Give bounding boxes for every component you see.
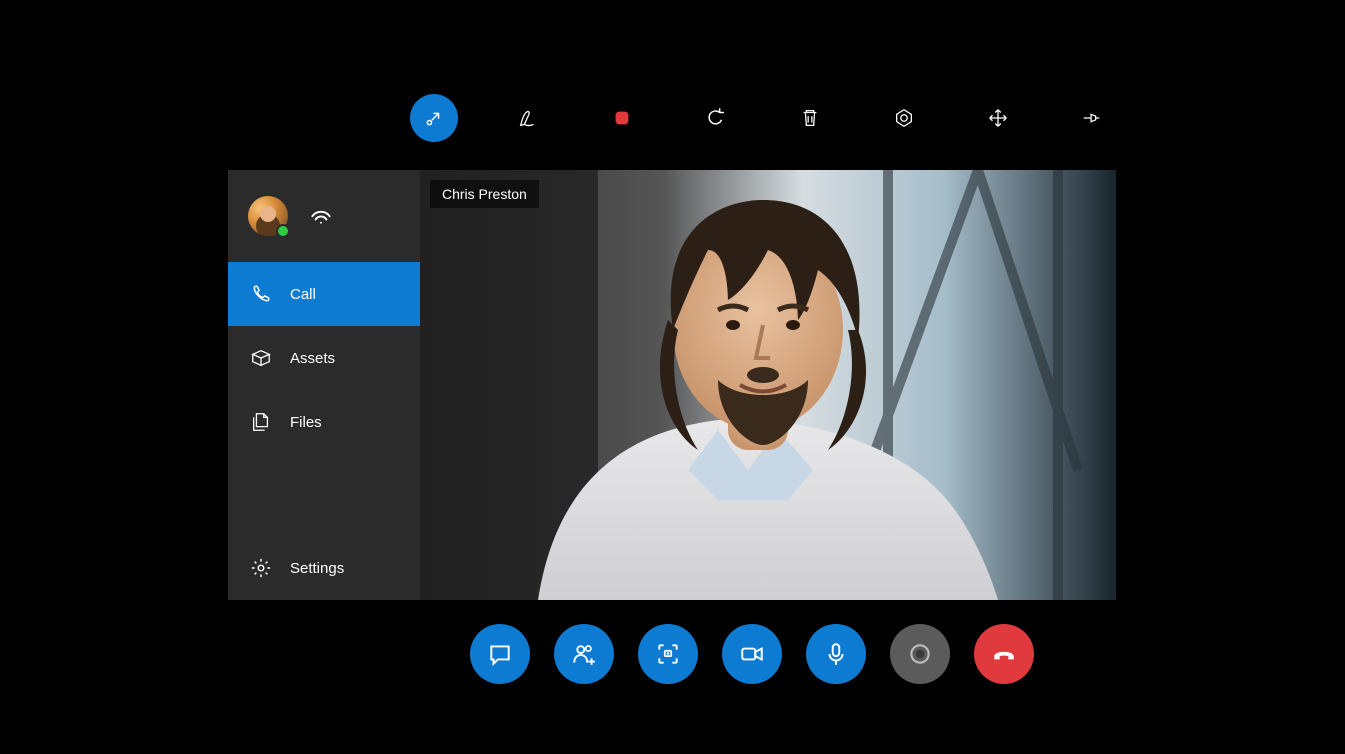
add-participant-button[interactable] <box>554 624 614 684</box>
annotation-toolbar <box>410 94 1116 142</box>
minimize-button[interactable] <box>410 94 458 142</box>
mic-toggle-button[interactable] <box>806 624 866 684</box>
nav-item-settings[interactable]: Settings <box>228 536 420 600</box>
pin-icon <box>1081 107 1103 129</box>
participant-name: Chris Preston <box>442 186 527 202</box>
wifi-icon <box>308 201 334 232</box>
pen-button[interactable] <box>504 94 552 142</box>
nav-item-assets[interactable]: Assets <box>228 326 420 390</box>
gear-icon <box>250 557 272 579</box>
aperture-icon <box>893 107 915 129</box>
minimize-icon <box>423 107 445 129</box>
chat-button[interactable] <box>470 624 530 684</box>
app-window: Call Assets Files Settings <box>228 170 1116 600</box>
record-icon <box>907 641 933 667</box>
video-toggle-button[interactable] <box>722 624 782 684</box>
nav-item-label: Files <box>290 414 322 431</box>
nav-item-label: Assets <box>290 350 335 367</box>
mic-icon <box>823 641 849 667</box>
files-icon <box>250 411 272 433</box>
move-button[interactable] <box>974 94 1022 142</box>
video-icon <box>739 641 765 667</box>
box-icon <box>250 347 272 369</box>
sidebar-header <box>228 170 420 262</box>
snapshot-icon <box>655 641 681 667</box>
nav-list: Call Assets Files <box>228 262 420 454</box>
undo-button[interactable] <box>692 94 740 142</box>
move-icon <box>987 107 1009 129</box>
nav-item-label: Settings <box>290 560 344 577</box>
phone-icon <box>250 283 272 305</box>
video-feed: Chris Preston <box>420 170 1116 600</box>
hangup-button[interactable] <box>974 624 1034 684</box>
undo-icon <box>705 107 727 129</box>
aperture-button[interactable] <box>880 94 928 142</box>
sidebar: Call Assets Files Settings <box>228 170 420 600</box>
add-person-icon <box>571 641 597 667</box>
user-avatar[interactable] <box>248 196 288 236</box>
snapshot-button[interactable] <box>638 624 698 684</box>
stop-record-button[interactable] <box>598 94 646 142</box>
pen-icon <box>517 107 539 129</box>
hangup-icon <box>991 641 1017 667</box>
nav-item-label: Call <box>290 286 316 303</box>
nav-item-files[interactable]: Files <box>228 390 420 454</box>
participant-name-tag: Chris Preston <box>430 180 539 208</box>
trash-icon <box>799 107 821 129</box>
record-button[interactable] <box>890 624 950 684</box>
nav-item-call[interactable]: Call <box>228 262 420 326</box>
trash-button[interactable] <box>786 94 834 142</box>
stop-record-icon <box>611 107 633 129</box>
call-controls <box>470 624 1034 684</box>
presence-status-icon <box>276 224 290 238</box>
chat-icon <box>487 641 513 667</box>
pin-button[interactable] <box>1068 94 1116 142</box>
remote-video-image <box>420 170 1116 600</box>
